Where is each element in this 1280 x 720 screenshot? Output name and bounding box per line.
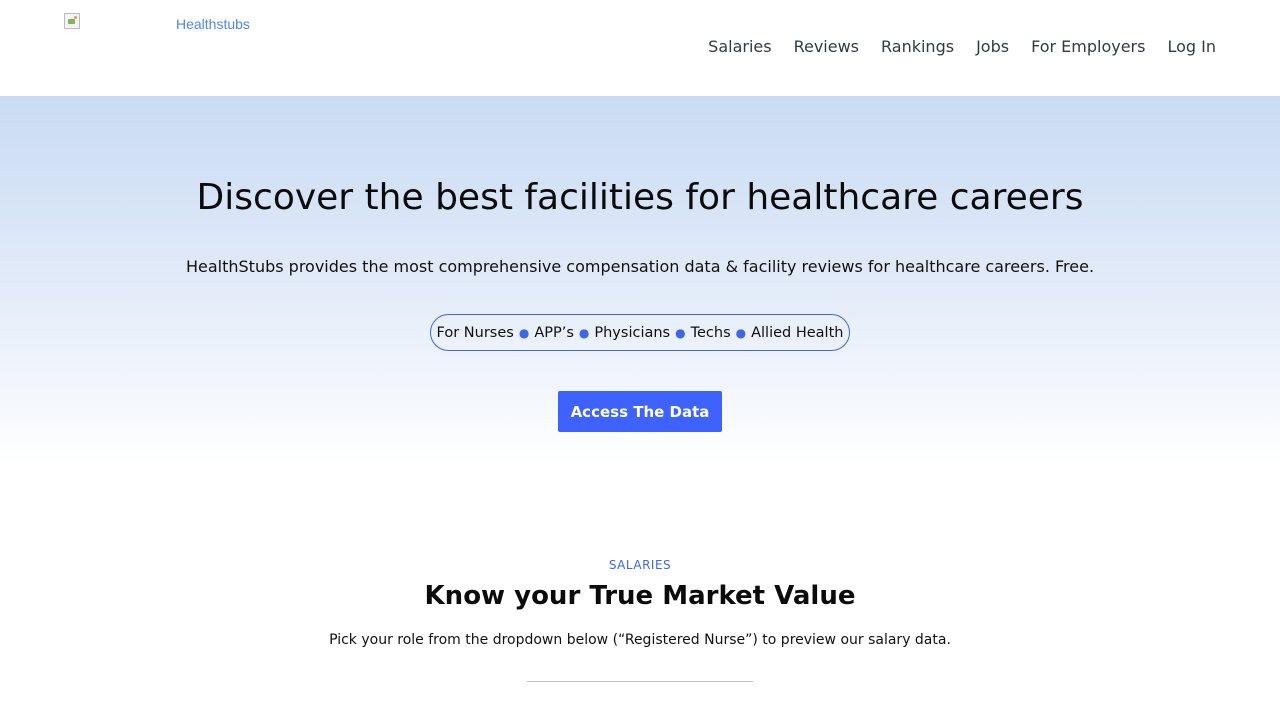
logo-alt-text: Healthstubs [176,16,250,32]
site-header: Healthstubs Salaries Reviews Rankings Jo… [0,0,1280,96]
hero-title: Discover the best facilities for healthc… [196,177,1084,218]
hero-section: Discover the best facilities for healthc… [0,96,1280,466]
nav-reviews[interactable]: Reviews [794,36,859,58]
audience-item-nurses: For Nurses [436,324,514,341]
nav-jobs[interactable]: Jobs [976,36,1009,58]
nav-log-in[interactable]: Log In [1167,36,1216,58]
nav-for-employers[interactable]: For Employers [1031,36,1145,58]
site-logo[interactable]: Healthstubs [64,13,264,43]
role-dropdown[interactable] [527,655,753,682]
broken-image-icon [64,13,80,29]
audience-item-physicians: Physicians [594,324,671,341]
hero-subtitle: HealthStubs provides the most comprehens… [185,257,1095,276]
separator-dot-icon: ● [518,325,530,340]
audience-item-apps: APP’s [534,324,574,341]
audience-item-techs: Techs [690,324,731,341]
nav-salaries[interactable]: Salaries [708,36,771,58]
section-label: SALARIES [608,558,672,572]
separator-dot-icon: ● [578,325,590,340]
audience-pill: For Nurses ● APP’s ● Physicians ● Techs … [430,314,850,351]
main-nav: Salaries Reviews Rankings Jobs For Emplo… [708,36,1216,58]
section-description: Pick your role from the dropdown below (… [329,632,951,648]
separator-dot-icon: ● [675,325,686,340]
section-title: Know your True Market Value [424,581,856,611]
access-data-button[interactable]: Access The Data [558,391,722,432]
nav-rankings[interactable]: Rankings [881,36,954,58]
audience-item-allied-health: Allied Health [751,324,844,341]
separator-dot-icon: ● [735,325,747,340]
